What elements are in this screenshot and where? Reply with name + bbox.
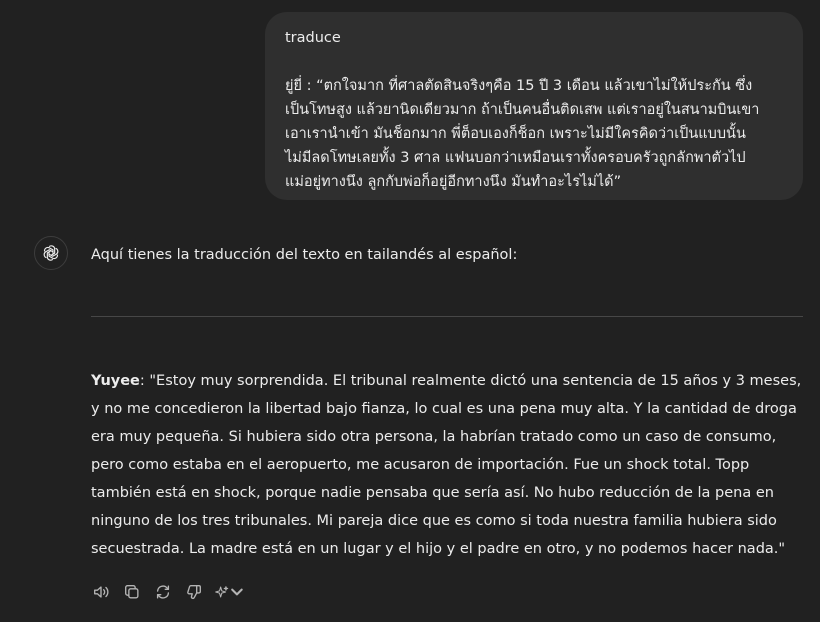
openai-logo-icon xyxy=(34,236,68,270)
assistant-intro-text: Aquí tienes la traducción del texto en t… xyxy=(91,247,518,263)
user-command-text: traduce xyxy=(285,30,341,46)
horizontal-divider xyxy=(91,316,803,317)
thumbs-down-icon xyxy=(187,585,201,600)
chat-page: traduce ยู่ยี่ : “ตกใจมาก ที่ศาลตัดสินจร… xyxy=(0,0,820,622)
user-message-line: ยู่ยี่ : “ตกใจมาก ที่ศาลตัดสินจริงๆคือ 1… xyxy=(285,78,753,94)
user-message-line: ไม่มีลดโทษเลยทั้ง 3 ศาล แฟนบอกว่าเหมือนเ… xyxy=(285,150,746,166)
regenerate-button[interactable] xyxy=(153,582,173,602)
user-message-bubble: traduce ยู่ยี่ : “ตกใจมาก ที่ศาลตัดสินจร… xyxy=(265,12,803,200)
sparkle-model-icon xyxy=(215,586,229,598)
chevron-down-icon xyxy=(231,588,243,596)
regenerate-icon xyxy=(156,585,170,599)
copy-button[interactable] xyxy=(122,582,142,602)
switch-model-button[interactable] xyxy=(215,582,245,602)
user-message-line: เป็นโทษสูง แล้วยานิดเดียวมาก ถ้าเป็นคนอื… xyxy=(285,102,760,118)
user-message-line: แม่อยู่ทางนึง ลูกกับพ่อก็อยู่อีกทางนึง ม… xyxy=(285,174,622,190)
assistant-translation-text: Yuyee: "Estoy muy sorprendida. El tribun… xyxy=(91,367,811,563)
read-aloud-icon xyxy=(94,586,109,598)
user-message-line: เอาเรานำเข้า มันช็อกมาก พี่ต็อบเองก็ช็อก… xyxy=(285,126,746,142)
thumbs-down-button[interactable] xyxy=(184,582,204,602)
speaker-name: Yuyee xyxy=(91,373,140,389)
read-aloud-button[interactable] xyxy=(91,582,111,602)
message-action-bar xyxy=(91,582,256,602)
translation-body: "Estoy muy sorprendida. El tribunal real… xyxy=(91,373,802,557)
copy-icon xyxy=(125,585,139,599)
